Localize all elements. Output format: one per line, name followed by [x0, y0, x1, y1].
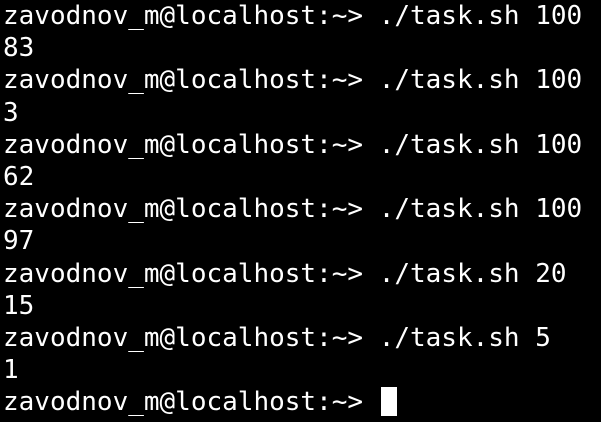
command-line: zavodnov_m@localhost:~> ./task.sh 100	[3, 0, 601, 32]
command-output: 97	[3, 225, 601, 257]
command-line: zavodnov_m@localhost:~> ./task.sh 100	[3, 193, 601, 225]
command-output: 3	[3, 97, 601, 129]
shell-prompt: zavodnov_m@localhost:~>	[3, 1, 379, 31]
active-command-line[interactable]: zavodnov_m@localhost:~>	[3, 386, 601, 418]
command-text: ./task.sh 100	[378, 65, 583, 96]
shell-prompt: zavodnov_m@localhost:~>	[3, 65, 379, 96]
command-text: ./task.sh 100	[378, 129, 583, 160]
output-text: 62	[3, 161, 35, 192]
command-output: 83	[3, 32, 601, 64]
command-text: ./task.sh 5	[378, 322, 551, 353]
output-text: 83	[3, 33, 35, 64]
output-text: 15	[3, 290, 35, 321]
output-text: 1	[3, 355, 19, 386]
shell-prompt: zavodnov_m@localhost:~>	[3, 129, 379, 160]
command-output: 15	[3, 290, 601, 322]
shell-prompt: zavodnov_m@localhost:~>	[3, 322, 379, 353]
command-text: ./task.sh 100	[378, 1, 583, 31]
command-output: 62	[3, 161, 601, 193]
command-output: 1	[3, 354, 601, 386]
shell-prompt: zavodnov_m@localhost:~>	[3, 194, 379, 225]
command-text: ./task.sh 20	[378, 258, 567, 289]
terminal-window[interactable]: zavodnov_m@localhost:~> ./task.sh 100 83…	[0, 0, 601, 422]
shell-prompt: zavodnov_m@localhost:~>	[3, 258, 379, 289]
output-text: 3	[3, 97, 19, 128]
command-text: ./task.sh 100	[378, 194, 583, 225]
command-line: zavodnov_m@localhost:~> ./task.sh 100	[3, 129, 601, 161]
command-line: zavodnov_m@localhost:~> ./task.sh 100	[3, 64, 601, 96]
command-line: zavodnov_m@localhost:~> ./task.sh 20	[3, 258, 601, 290]
text-cursor	[380, 387, 397, 417]
command-line: zavodnov_m@localhost:~> ./task.sh 5	[3, 322, 601, 354]
shell-prompt: zavodnov_m@localhost:~>	[3, 387, 379, 418]
output-text: 97	[3, 226, 35, 257]
